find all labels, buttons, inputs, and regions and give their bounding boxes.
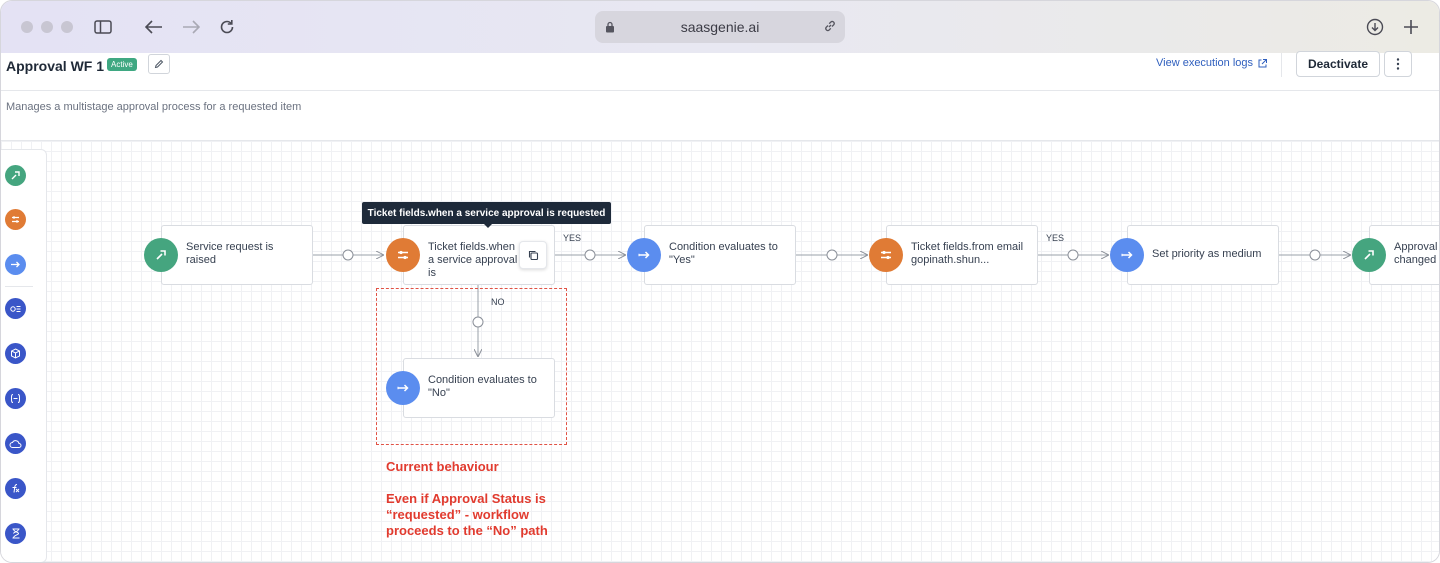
download-icon[interactable] (1363, 15, 1387, 39)
annotation-heading: Current behaviour (386, 459, 499, 474)
forward-arrow-icon[interactable] (179, 15, 203, 39)
annotation-line: Even if Approval Status is (386, 491, 546, 506)
new-tab-icon[interactable] (1399, 15, 1423, 39)
workflow-icon[interactable] (5, 298, 26, 319)
link-icon[interactable] (823, 19, 837, 38)
node-label: Approval changed (1394, 241, 1438, 266)
status-badge: Active (107, 58, 137, 71)
condition-icon[interactable] (5, 254, 26, 275)
execution-logs-label: View execution logs (1156, 57, 1254, 69)
condition-icon (627, 238, 661, 272)
description-bar: Manages a multistage approval process fo… (1, 91, 1439, 141)
sidebar-toggle-icon[interactable] (91, 15, 115, 39)
action-icon (1110, 238, 1144, 272)
ticket-fields-icon (869, 238, 903, 272)
node-palette (1, 149, 47, 562)
palette-separator (5, 286, 33, 287)
back-arrow-icon[interactable] (142, 15, 166, 39)
tooltip-arrow (483, 223, 493, 228)
node-label: Ticket fields.when a service approval is (428, 241, 518, 279)
zoom-window-button[interactable] (61, 21, 73, 33)
external-link-icon (1258, 58, 1268, 67)
pencil-icon (154, 59, 164, 69)
node-label: Set priority as medium (1152, 248, 1262, 260)
variable-icon[interactable] (5, 388, 26, 409)
node-service-request[interactable]: Service request is raised (161, 225, 313, 285)
workflow-title: Approval WF 1 (6, 58, 105, 74)
browser-toolbar: saasgenie.ai (1, 1, 1439, 53)
node-label: Condition evaluates to "Yes" (669, 241, 778, 266)
copy-icon (528, 250, 538, 260)
annotation-line: proceeds to the “No” path (386, 523, 548, 538)
ticket-fields-icon (386, 238, 420, 272)
node-label: Ticket fields.from email gopinath.shun..… (911, 241, 1024, 266)
node-tooltip: Ticket fields.when a service approval is… (362, 202, 611, 224)
view-execution-logs-link[interactable]: View execution logs (1156, 57, 1268, 69)
workflow-description[interactable]: Manages a multistage approval process fo… (6, 101, 301, 113)
minimize-window-button[interactable] (41, 21, 53, 33)
trigger-icon (144, 238, 178, 272)
node-condition-yes[interactable]: Condition evaluates to "Yes" (644, 225, 796, 285)
cloud-icon[interactable] (5, 433, 26, 454)
timer-icon[interactable] (5, 523, 26, 544)
deactivate-button[interactable]: Deactivate (1296, 51, 1380, 77)
workflow-canvas[interactable] (1, 141, 1439, 562)
node-ticket-fields-from[interactable]: Ticket fields.from email gopinath.shun..… (886, 225, 1038, 285)
edit-title-button[interactable] (148, 54, 170, 74)
trigger-icon (1352, 238, 1386, 272)
yes-edge-label: YES (1046, 233, 1065, 243)
header-divider (1281, 53, 1282, 77)
copy-node-button[interactable] (519, 241, 547, 269)
url-text: saasgenie.ai (680, 19, 760, 35)
reload-icon[interactable] (215, 15, 239, 39)
browser-window: saasgenie.ai Approval WF 1 Active View e… (0, 0, 1440, 563)
node-label: Service request is raised (186, 241, 274, 266)
kebab-menu-icon (1396, 58, 1400, 70)
annotation-highlight-box (376, 288, 567, 445)
workflow-header: Approval WF 1 Active View execution logs… (1, 51, 1439, 91)
close-window-button[interactable] (21, 21, 33, 33)
yes-edge-label: YES (563, 233, 582, 243)
window-controls (21, 21, 73, 33)
package-icon[interactable] (5, 343, 26, 364)
more-options-button[interactable] (1384, 51, 1412, 77)
address-bar[interactable]: saasgenie.ai (595, 11, 845, 43)
trigger-icon[interactable] (5, 165, 26, 186)
function-icon[interactable] (5, 478, 26, 499)
ticket-fields-icon[interactable] (5, 209, 26, 230)
node-set-priority[interactable]: Set priority as medium (1127, 225, 1279, 285)
annotation-line: “requested” - workflow (386, 507, 530, 522)
